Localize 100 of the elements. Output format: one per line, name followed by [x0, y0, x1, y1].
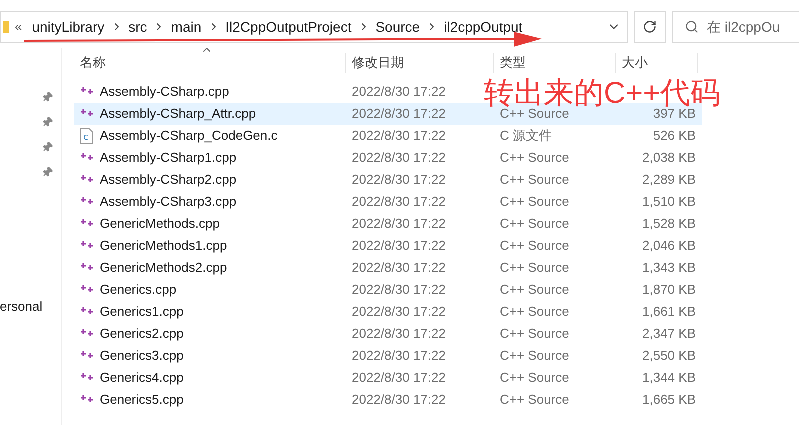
file-row[interactable]: Assembly-CSharp.cpp 2022/8/30 17:22 — [74, 81, 450, 103]
file-name: GenericMethods2.cpp — [100, 259, 228, 278]
address-bar[interactable]: « unityLibrary src main Il2CppOutputProject Source il2cppOutput — [0, 11, 628, 43]
file-row[interactable]: Generics3.cpp 2022/8/30 17:22 C++ Source 2,550 KB — [74, 345, 702, 367]
type-cell-text: C++ Source — [499, 171, 570, 190]
date-cell-text: 2022/8/30 17:22 — [351, 347, 447, 366]
size-cell-text: 2,046 KB — [642, 237, 696, 256]
type-cell-text: C++ Source — [499, 303, 570, 322]
column-header[interactable]: 大小 — [616, 53, 698, 73]
type-cell-text: C++ Source — [499, 237, 570, 256]
date-cell-text: 2022/8/30 17:22 — [351, 215, 447, 234]
type-cell-text: C++ Source — [499, 391, 570, 410]
type-cell-text: C++ Source — [499, 259, 570, 278]
type-cell-text: C 源文件 — [499, 127, 553, 146]
date-cell-text: 2022/8/30 17:22 — [351, 193, 447, 212]
date-cell-text: 2022/8/30 17:22 — [351, 325, 447, 344]
plus-plus-icon — [80, 241, 94, 251]
date-cell-text: 2022/8/30 17:22 — [351, 369, 447, 388]
folder-icon — [3, 20, 9, 34]
breadcrumb-item[interactable]: Source — [372, 16, 424, 38]
plus-plus-icon — [80, 219, 94, 229]
file-name: GenericMethods.cpp — [100, 215, 220, 234]
plus-plus-icon — [80, 175, 94, 185]
refresh-button[interactable] — [634, 11, 666, 43]
breadcrumb-item[interactable]: Il2CppOutputProject — [222, 16, 356, 38]
overflow-chevron[interactable]: « — [15, 17, 22, 37]
plus-plus-icon — [80, 351, 94, 361]
size-cell-text: 1,510 KB — [642, 193, 696, 212]
search-field[interactable]: 在 il2cppOu — [672, 11, 799, 43]
file-row[interactable]: Generics1.cpp 2022/8/30 17:22 C++ Source 1,661 KB — [74, 301, 702, 323]
file-name: Generics4.cpp — [100, 369, 184, 388]
file-row[interactable]: GenericMethods2.cpp 2022/8/30 17:22 C++ Source 1,343 KB — [74, 257, 702, 279]
type-cell-text: C++ Source — [499, 215, 570, 234]
size-cell-text: 1,528 KB — [642, 215, 696, 234]
type-cell-text: C++ Source — [499, 369, 570, 388]
file-name: Generics5.cpp — [100, 391, 184, 410]
column-header[interactable]: 修改日期 — [346, 53, 494, 73]
file-name: Assembly-CSharp_Attr.cpp — [100, 105, 256, 124]
file-row[interactable]: Generics5.cpp 2022/8/30 17:22 C++ Source 1,665 KB — [74, 389, 702, 411]
plus-plus-icon — [80, 373, 94, 383]
type-cell-text: C++ Source — [499, 325, 570, 344]
plus-plus-icon — [80, 87, 94, 97]
date-cell-text: 2022/8/30 17:22 — [351, 105, 447, 124]
size-cell-text: 1,665 KB — [642, 391, 696, 410]
date-cell-text: 2022/8/30 17:22 — [351, 149, 447, 168]
file-row[interactable]: GenericMethods.cpp 2022/8/30 17:22 C++ Source 1,528 KB — [74, 213, 702, 235]
type-cell-text: C++ Source — [499, 149, 570, 168]
breadcrumb-item[interactable]: il2cppOutput — [440, 16, 527, 38]
file-name: Assembly-CSharp2.cpp — [100, 171, 237, 190]
file-name: Assembly-CSharp1.cpp — [100, 149, 237, 168]
plus-plus-icon — [80, 329, 94, 339]
file-row[interactable]: c Assembly-CSharp_CodeGen.c 2022/8/30 17:22 C 源文件 526 KB — [74, 125, 702, 147]
file-name: Generics2.cpp — [100, 325, 184, 344]
date-cell-text: 2022/8/30 17:22 — [351, 127, 447, 146]
type-cell-text: C++ Source — [499, 347, 570, 366]
column-header[interactable]: 类型 — [494, 53, 616, 73]
size-cell-text: 2,550 KB — [642, 347, 696, 366]
file-name: Assembly-CSharp.cpp — [100, 83, 230, 102]
type-cell-text: C++ Source — [499, 193, 570, 212]
plus-plus-icon — [80, 285, 94, 295]
breadcrumb-item[interactable]: src — [124, 16, 152, 38]
size-cell-text: 526 KB — [652, 127, 696, 146]
type-cell-text: C++ Source — [499, 281, 570, 300]
refresh-icon — [643, 20, 657, 34]
file-row[interactable]: Generics4.cpp 2022/8/30 17:22 C++ Source 1,344 KB — [74, 367, 702, 389]
file-name: Generics.cpp — [100, 281, 177, 300]
file-row[interactable]: Assembly-CSharp3.cpp 2022/8/30 17:22 C++ Source 1,510 KB — [74, 191, 702, 213]
size-cell-text: 1,343 KB — [642, 259, 696, 278]
file-row[interactable]: GenericMethods1.cpp 2022/8/30 17:22 C++ Source 2,046 KB — [74, 235, 702, 257]
breadcrumb-item[interactable]: main — [167, 16, 206, 38]
c-file-icon: c — [80, 128, 94, 144]
file-row[interactable]: Generics2.cpp 2022/8/30 17:22 C++ Source 2,347 KB — [74, 323, 702, 345]
plus-plus-icon — [80, 307, 94, 317]
date-cell-text: 2022/8/30 17:22 — [351, 83, 446, 102]
size-cell-text: 1,344 KB — [642, 369, 696, 388]
column-header[interactable]: 名称 — [74, 53, 346, 73]
plus-plus-icon — [80, 109, 94, 119]
size-cell-text: 1,870 KB — [642, 281, 696, 300]
file-row[interactable]: Generics.cpp 2022/8/30 17:22 C++ Source 1,870 KB — [74, 279, 702, 301]
size-cell-text: 2,347 KB — [642, 325, 696, 344]
sidebar-item[interactable]: ersonal — [0, 297, 43, 316]
file-name: Assembly-CSharp3.cpp — [100, 193, 237, 212]
file-row[interactable]: Assembly-CSharp2.cpp 2022/8/30 17:22 C++ Source 2,289 KB — [74, 169, 702, 191]
date-cell-text: 2022/8/30 17:22 — [351, 171, 447, 190]
plus-plus-icon — [80, 197, 94, 207]
plus-plus-icon — [80, 395, 94, 405]
breadcrumb-item[interactable]: unityLibrary — [28, 16, 109, 38]
file-name: Generics3.cpp — [100, 347, 184, 366]
size-cell-text: 2,038 KB — [642, 149, 696, 168]
date-cell-text: 2022/8/30 17:22 — [351, 237, 447, 256]
file-name: GenericMethods1.cpp — [100, 237, 228, 256]
date-cell-text: 2022/8/30 17:22 — [351, 281, 447, 300]
file-name: Generics1.cpp — [100, 303, 184, 322]
search-icon — [685, 20, 699, 34]
size-cell-text: 1,661 KB — [642, 303, 696, 322]
file-row[interactable]: Assembly-CSharp1.cpp 2022/8/30 17:22 C++ Source 2,038 KB — [74, 147, 702, 169]
file-name: Assembly-CSharp_CodeGen.c — [100, 127, 278, 146]
date-cell-text: 2022/8/30 17:22 — [351, 303, 447, 322]
date-cell-text: 2022/8/30 17:22 — [351, 391, 447, 410]
plus-plus-icon — [80, 153, 94, 163]
